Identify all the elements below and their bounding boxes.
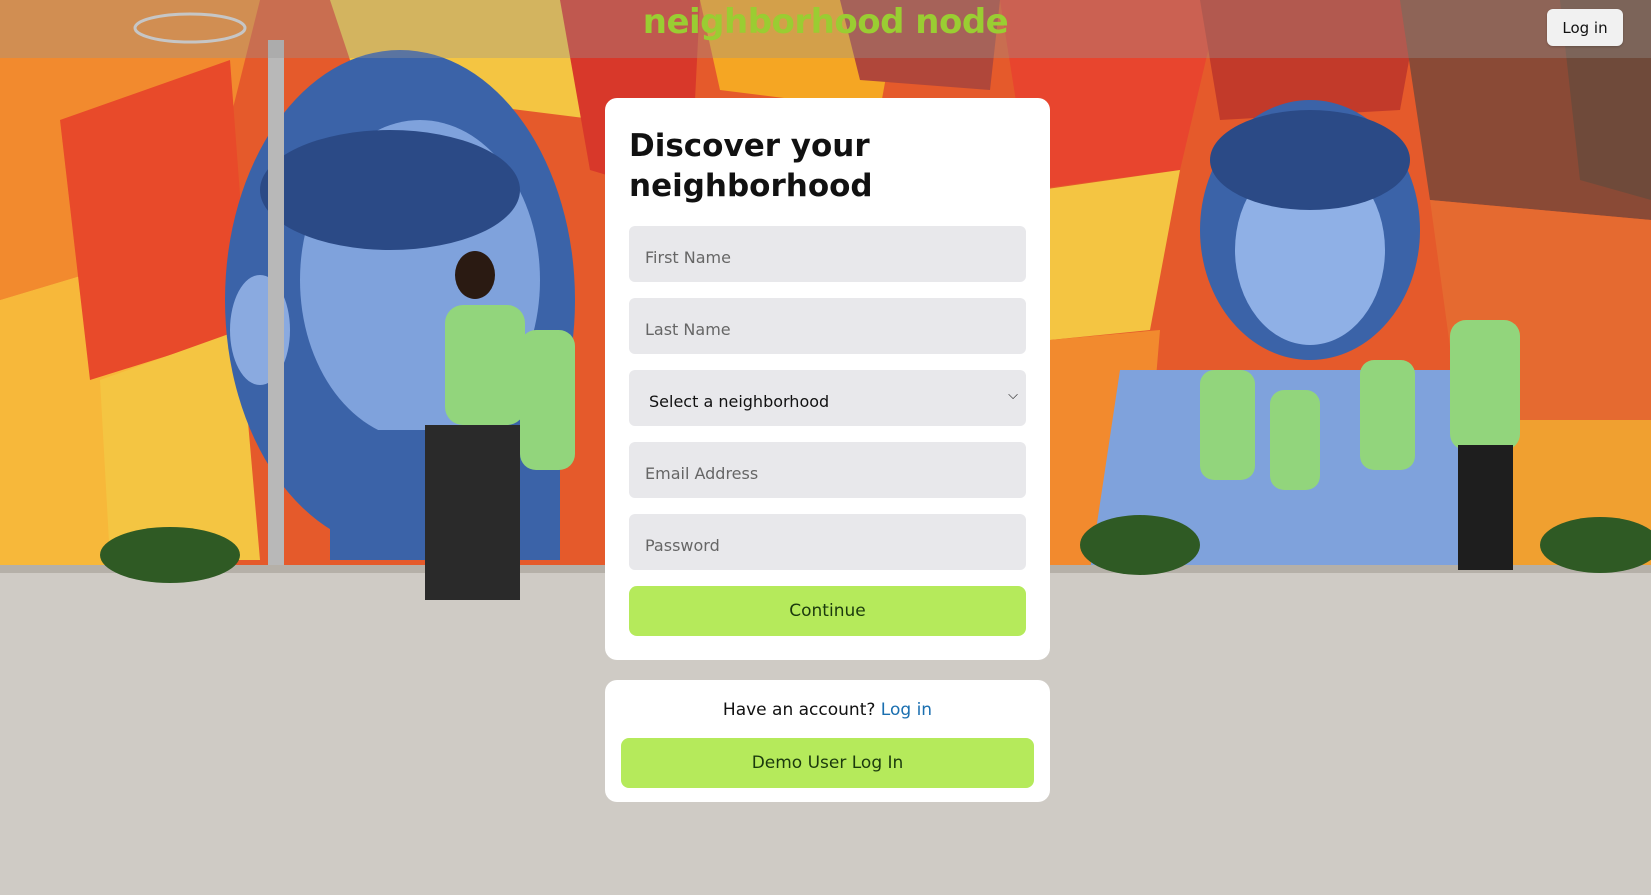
demo-login-button[interactable]: Demo User Log In (621, 738, 1034, 788)
email-placeholder: Email Address (645, 464, 759, 483)
chevron-down-icon: ⌵ (1008, 388, 1018, 403)
have-account-text: Have an account? Log in (621, 700, 1034, 724)
signup-title: Discover your neighborhood (629, 128, 873, 204)
continue-button[interactable]: Continue (629, 586, 1026, 636)
signup-card: Discover your neighborhood First Name La… (605, 98, 1050, 660)
login-link[interactable]: Log in (881, 700, 932, 720)
header-login-button[interactable]: Log in (1547, 9, 1623, 46)
neighborhood-selected-value: Select a neighborhood (649, 392, 830, 411)
neighborhood-select[interactable]: Select a neighborhood ⌵ (629, 370, 1026, 426)
login-card: Have an account? Log in Demo User Log In (605, 680, 1050, 802)
email-input[interactable]: Email Address (629, 442, 1026, 498)
have-account-prompt: Have an account? (722, 700, 881, 720)
first-name-placeholder: First Name (645, 248, 731, 267)
last-name-placeholder: Last Name (645, 320, 731, 339)
password-placeholder: Password (645, 536, 720, 555)
last-name-input[interactable]: Last Name (629, 298, 1026, 354)
password-input[interactable]: Password (629, 514, 1026, 570)
brand-logo[interactable]: neighborhood node (0, 2, 1651, 42)
first-name-input[interactable]: First Name (629, 226, 1026, 282)
